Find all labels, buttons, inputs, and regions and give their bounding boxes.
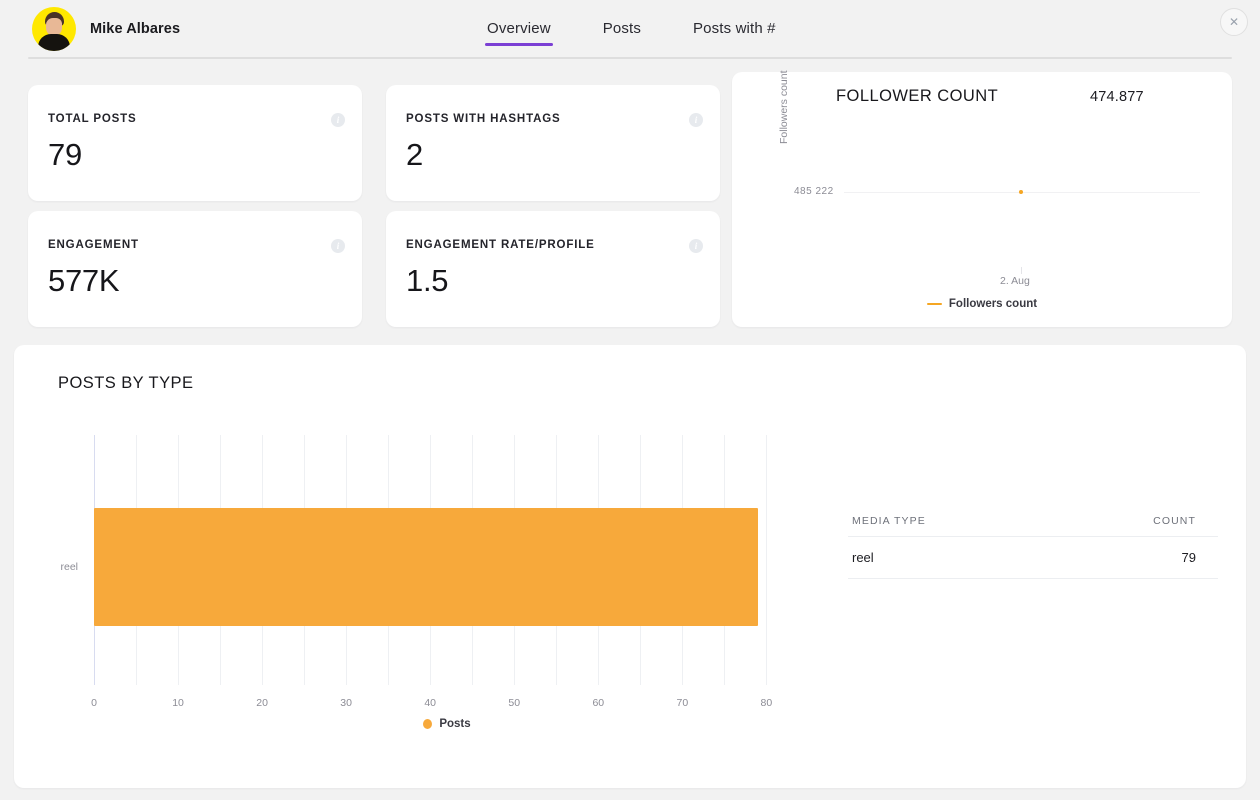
legend-label: Followers count <box>948 298 1038 310</box>
x-axis-tick-label: 80 <box>760 697 773 709</box>
x-axis-tick-label: 40 <box>424 697 437 709</box>
profile-name: Mike Albares <box>90 21 181 37</box>
follower-chart-legend: Followers count <box>732 298 1232 310</box>
user-avatar <box>32 7 76 51</box>
kpi-label: ENGAGEMENT RATE/PROFILE <box>406 239 595 251</box>
column-header-media-type: MEDIA TYPE <box>852 515 926 527</box>
kpi-label: TOTAL POSTS <box>48 113 137 125</box>
info-icon[interactable]: i <box>331 239 345 253</box>
close-icon[interactable]: ✕ <box>1220 8 1248 36</box>
kpi-card-posts-with-hashtags: POSTS WITH HASHTAGS i 2 <box>386 85 720 201</box>
chart-x-axis: 0 10 20 30 40 50 60 70 80 <box>91 685 800 715</box>
follower-count-total: 474.877 <box>1090 89 1144 105</box>
bar-reel[interactable] <box>94 508 758 626</box>
x-axis-tick-label: 0 <box>91 697 97 709</box>
tab-overview[interactable]: Overview <box>485 20 553 46</box>
x-axis-tick-label: 70 <box>676 697 689 709</box>
table-row[interactable]: reel 79 <box>848 537 1218 579</box>
follower-chart-x-tick: 2. Aug <box>1000 275 1030 287</box>
posts-by-type-plot: reel <box>60 435 800 685</box>
posts-by-type-panel: POSTS BY TYPE reel 0 10 20 30 40 50 60 70 80 Pos… <box>14 345 1246 788</box>
profile-block: Mike Albares <box>32 7 180 51</box>
follower-chart-y-tick: 485 222 <box>794 186 834 197</box>
column-header-count: COUNT <box>1153 515 1196 527</box>
kpi-card-total-posts: TOTAL POSTS i 79 <box>28 85 362 201</box>
kpi-label: POSTS WITH HASHTAGS <box>406 113 561 125</box>
cell-count: 79 <box>1181 550 1196 565</box>
info-icon[interactable]: i <box>689 113 703 127</box>
follower-chart-x-tick-mark <box>1021 267 1022 274</box>
tab-posts[interactable]: Posts <box>603 20 641 46</box>
x-axis-tick-label: 50 <box>508 697 521 709</box>
x-axis-tick-label: 20 <box>256 697 268 709</box>
follower-count-panel: FOLLOWER COUNT 474.877 Followers count 4… <box>732 70 1232 327</box>
tab-posts-with-hashtag[interactable]: Posts with # <box>693 20 776 46</box>
follower-chart-data-point <box>1019 190 1023 194</box>
avatar-body <box>38 34 70 51</box>
legend-dot-swatch <box>423 719 433 729</box>
bar-track: reel <box>60 435 800 685</box>
bar-category-label: reel <box>60 561 78 573</box>
kpi-value: 1.5 <box>406 263 449 298</box>
kpi-value: 577K <box>48 263 120 298</box>
analytics-page: Mike Albares Overview Posts Posts with #… <box>0 0 1260 800</box>
table-header-row: MEDIA TYPE COUNT <box>848 515 1218 537</box>
posts-by-type-legend: Posts <box>94 718 800 730</box>
kpi-card-engagement: ENGAGEMENT i 577K <box>28 211 362 327</box>
cell-media-type: reel <box>852 550 874 565</box>
follower-chart-y-axis-label: Followers count <box>778 70 790 144</box>
x-axis-tick-label: 30 <box>340 697 352 709</box>
follower-count-title: FOLLOWER COUNT <box>836 87 999 105</box>
media-type-table: MEDIA TYPE COUNT reel 79 <box>848 515 1218 579</box>
kpi-label: ENGAGEMENT <box>48 239 139 251</box>
header-divider <box>28 57 1232 59</box>
nav-tabs: Overview Posts Posts with # <box>485 20 776 46</box>
posts-by-type-title: POSTS BY TYPE <box>58 374 194 392</box>
x-axis-tick-label: 10 <box>172 697 184 709</box>
kpi-card-engagement-rate-profile: ENGAGEMENT RATE/PROFILE i 1.5 <box>386 211 720 327</box>
top-bar: Mike Albares Overview Posts Posts with #… <box>0 0 1260 59</box>
legend-line-swatch <box>926 302 942 306</box>
kpi-value: 2 <box>406 137 423 172</box>
legend-label: Posts <box>439 718 471 730</box>
x-axis-tick-label: 60 <box>592 697 605 709</box>
info-icon[interactable]: i <box>331 113 345 127</box>
kpi-value: 79 <box>48 137 82 172</box>
info-icon[interactable]: i <box>689 239 703 253</box>
